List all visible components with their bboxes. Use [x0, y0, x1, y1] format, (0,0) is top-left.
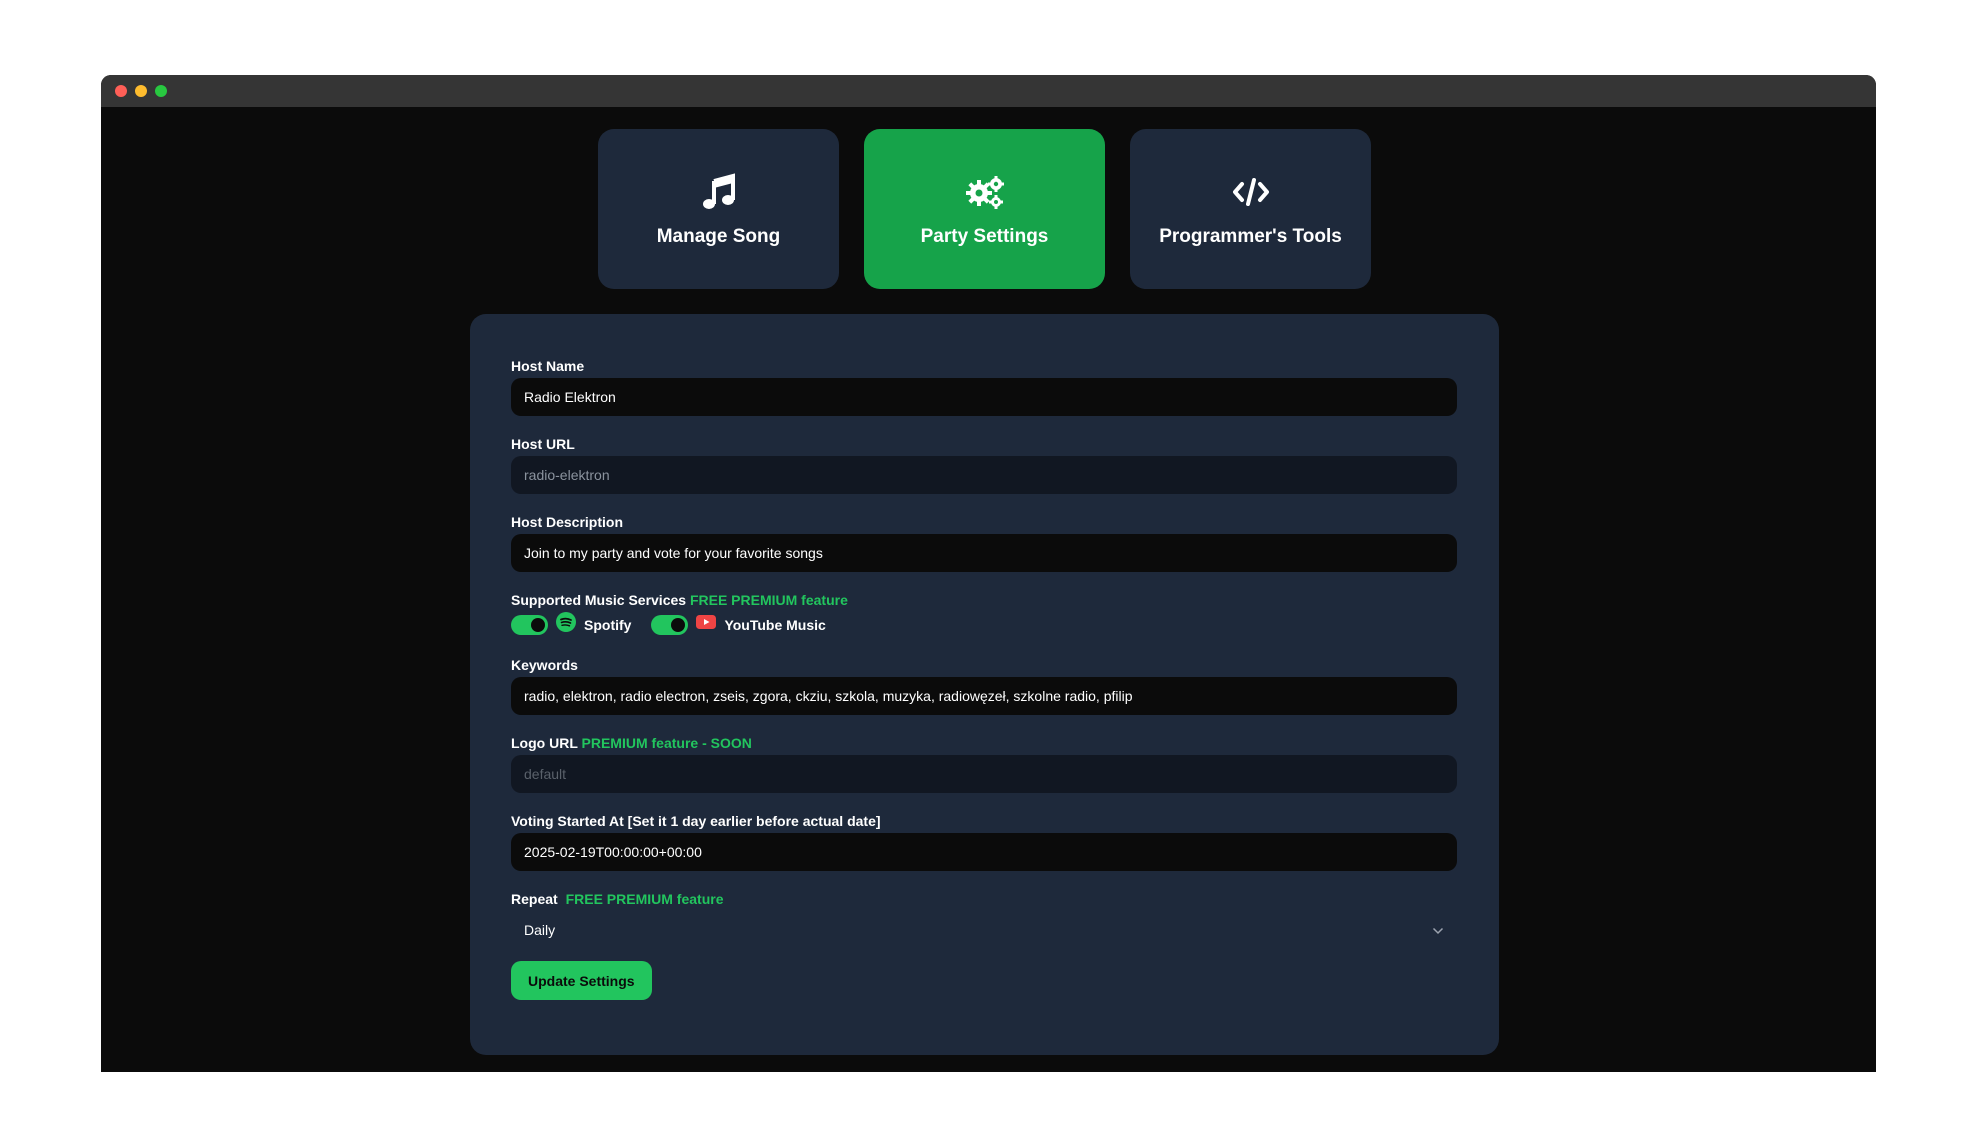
premium-badge: FREE PREMIUM feature — [689, 592, 848, 608]
spotify-toggle[interactable] — [511, 614, 548, 635]
keywords-label: Keywords — [511, 657, 578, 673]
repeat-label: Repeat FREE PREMIUM feature — [511, 891, 1458, 907]
host-url-field: Host URL radio-elektron — [511, 436, 1458, 494]
tab-manage-song[interactable]: Manage Song — [598, 129, 839, 289]
voting-started-field: Voting Started At [Set it 1 day earlier … — [511, 813, 1458, 871]
gears-icon — [963, 170, 1007, 214]
tab-label: Programmer's Tools — [1159, 226, 1342, 247]
host-name-field: Host Name Radio Elektron — [511, 358, 1458, 416]
settings-panel: Host Name Radio Elektron Host URL radio-… — [470, 314, 1499, 1055]
chevron-down-icon — [1432, 922, 1444, 938]
youtube-music-toggle[interactable] — [651, 614, 689, 635]
host-description-input[interactable]: Join to my party and vote for your favor… — [511, 534, 1457, 572]
repeat-selected-value: Daily — [524, 922, 556, 938]
voting-started-input[interactable]: 2025-02-19T00:00:00+00:00 — [511, 833, 1457, 871]
tab-party-settings[interactable]: Party Settings — [864, 129, 1105, 289]
tab-label: Party Settings — [920, 226, 1049, 247]
app-window: Manage Song Party Settings Programmer's … — [101, 75, 1876, 1072]
voting-started-label: Voting Started At [Set it 1 day earlier … — [511, 813, 881, 829]
logo-url-field: Logo URL PREMIUM feature - SOON default — [511, 735, 1458, 793]
spotify-icon — [556, 612, 576, 637]
music-services-label: Supported Music Services FREE PREMIUM fe… — [511, 592, 1458, 608]
tab-programmers-tools[interactable]: Programmer's Tools — [1130, 129, 1371, 289]
music-note-icon — [697, 170, 741, 214]
host-name-input[interactable]: Radio Elektron — [511, 378, 1457, 416]
keywords-field: Keywords radio, elektron, radio electron… — [511, 657, 1458, 715]
premium-badge: FREE PREMIUM feature — [565, 891, 724, 907]
title-bar — [101, 75, 1876, 107]
tab-label: Manage Song — [656, 226, 781, 247]
logo-url-label-text: Logo URL — [511, 735, 578, 751]
repeat-label-text: Repeat — [511, 891, 558, 907]
update-settings-button[interactable]: Update Settings — [511, 961, 652, 1000]
logo-url-input[interactable]: default — [511, 755, 1457, 793]
logo-url-label: Logo URL PREMIUM feature - SOON — [511, 735, 1458, 751]
youtube-icon — [696, 615, 717, 634]
code-icon — [1229, 170, 1273, 214]
maximize-window-button[interactable] — [155, 85, 167, 97]
close-window-button[interactable] — [115, 85, 127, 97]
host-description-label: Host Description — [511, 514, 624, 530]
services-row: Spotify YouTube Music — [511, 612, 1458, 637]
host-url-input[interactable]: radio-elektron — [511, 456, 1457, 494]
repeat-select[interactable]: Daily — [511, 911, 1457, 949]
premium-soon-badge: PREMIUM feature - SOON — [581, 735, 752, 751]
spotify-label: Spotify — [584, 616, 632, 633]
minimize-window-button[interactable] — [135, 85, 147, 97]
music-services-field: Supported Music Services FREE PREMIUM fe… — [511, 592, 1458, 637]
repeat-field: Repeat FREE PREMIUM feature Daily — [511, 891, 1458, 949]
host-description-field: Host Description Join to my party and vo… — [511, 514, 1458, 572]
host-name-label: Host Name — [511, 358, 585, 374]
youtube-music-label: YouTube Music — [724, 616, 826, 633]
keywords-input[interactable]: radio, elektron, radio electron, zseis, … — [511, 677, 1457, 715]
host-url-label: Host URL — [511, 436, 575, 452]
tab-bar: Manage Song Party Settings Programmer's … — [598, 129, 1371, 289]
music-services-label-text: Supported Music Services — [511, 592, 687, 608]
